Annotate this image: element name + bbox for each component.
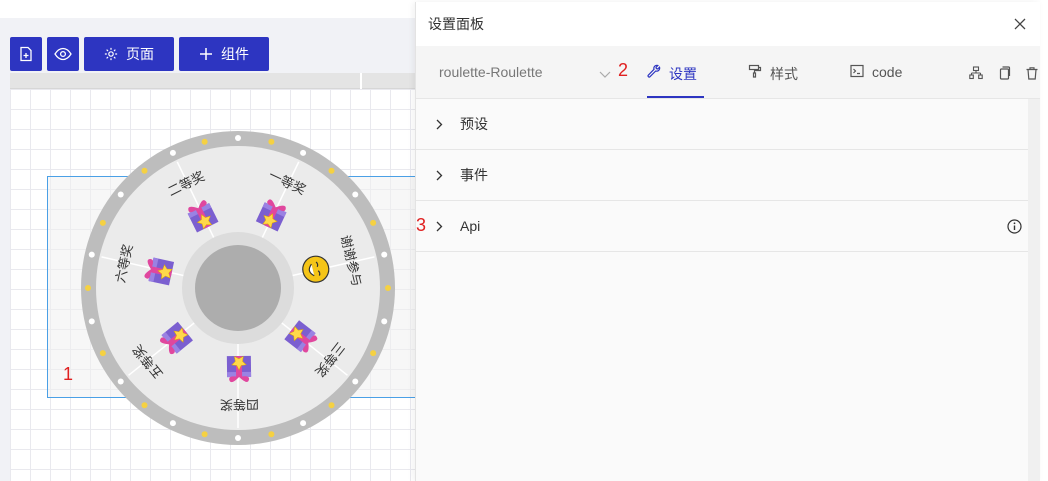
new-page-button[interactable]	[10, 37, 42, 71]
rim-light	[201, 138, 208, 145]
tab-code[interactable]: code	[850, 61, 902, 98]
section-presets-label: 预设	[460, 116, 488, 132]
rim-light	[268, 431, 275, 438]
spin-hub[interactable]	[195, 245, 281, 331]
annotation-marker-1: 1	[63, 364, 74, 384]
rim-light	[85, 285, 91, 291]
rim-light	[141, 167, 148, 174]
chevron-right-icon	[436, 220, 446, 232]
section-events[interactable]: 事件	[416, 150, 1040, 201]
rim-light	[328, 402, 335, 409]
chevron-right-icon	[436, 169, 446, 181]
tab-settings[interactable]: 设置	[647, 61, 704, 98]
info-icon[interactable]	[1007, 219, 1022, 237]
rim-light	[235, 435, 241, 441]
canvas-top-strip	[0, 0, 420, 18]
rim-light	[201, 431, 208, 438]
rim-light	[381, 318, 388, 325]
chevron-right-icon	[436, 118, 446, 130]
plus-icon	[199, 47, 213, 61]
trash-icon[interactable]	[1024, 65, 1040, 81]
rim-light	[352, 378, 359, 385]
page-settings-button[interactable]: 页面	[84, 37, 174, 71]
editor-toolbar: 页面 组件	[10, 37, 269, 71]
rim-light	[268, 138, 275, 145]
gear-icon	[104, 47, 118, 61]
rim-light	[117, 378, 124, 385]
rim-light	[370, 350, 377, 357]
annotation-marker-2: 2	[618, 60, 629, 80]
page-button-label: 页面	[126, 46, 154, 62]
section-presets[interactable]: 预设	[416, 99, 1040, 150]
rim-light	[99, 219, 106, 226]
prize-label: 四等奖	[220, 397, 259, 412]
rim-light	[88, 318, 95, 325]
terminal-icon	[850, 64, 864, 98]
wrench-icon	[647, 64, 661, 96]
panel-scrollbar[interactable]	[1028, 99, 1040, 481]
eye-icon	[54, 46, 72, 62]
component-button-label: 组件	[221, 46, 249, 62]
add-component-button[interactable]: 组件	[179, 37, 269, 71]
component-select[interactable]: roulette-Roulette	[439, 64, 543, 80]
rim-light	[381, 251, 388, 258]
preview-button[interactable]	[47, 37, 79, 71]
rim-light	[169, 149, 176, 156]
rim-light	[300, 149, 307, 156]
sitemap-icon[interactable]	[968, 65, 984, 81]
panel-tabbar: roulette-Roulette 2 设置 样式 code	[416, 46, 1040, 99]
rim-light	[352, 191, 359, 198]
paint-roller-icon	[748, 64, 762, 98]
rim-light	[385, 285, 391, 291]
rim-light	[370, 219, 377, 226]
close-panel-button[interactable]	[1012, 16, 1028, 32]
close-icon	[1014, 18, 1026, 30]
rim-light	[99, 350, 106, 357]
tab-style[interactable]: 样式	[748, 61, 798, 98]
panel-title: 设置面板	[428, 16, 484, 32]
settings-panel: 设置面板 roulette-Roulette 2 设置 样式 code 预设 事…	[415, 2, 1040, 481]
rim-light	[235, 135, 241, 141]
panel-tools	[968, 65, 1040, 81]
rim-light	[141, 402, 148, 409]
section-api[interactable]: 3 Api	[416, 201, 1040, 252]
horizontal-ruler	[10, 73, 420, 89]
tab-style-label: 样式	[770, 66, 798, 82]
file-plus-icon	[18, 46, 34, 62]
section-api-label: Api	[460, 218, 481, 234]
rim-light	[88, 251, 95, 258]
tab-code-label: code	[872, 64, 903, 80]
tab-settings-label: 设置	[669, 66, 697, 82]
chevron-down-icon[interactable]	[599, 66, 611, 84]
rim-light	[328, 167, 335, 174]
rim-light	[169, 420, 176, 427]
copy-icon[interactable]	[996, 65, 1012, 81]
rim-light	[117, 191, 124, 198]
section-events-label: 事件	[460, 167, 488, 183]
annotation-marker-3: 3	[416, 215, 427, 235]
rim-light	[300, 420, 307, 427]
panel-header: 设置面板	[416, 2, 1040, 46]
roulette-wheel[interactable]: 一等奖谢谢参与三等奖四等奖五等奖六等奖二等奖	[80, 130, 396, 446]
